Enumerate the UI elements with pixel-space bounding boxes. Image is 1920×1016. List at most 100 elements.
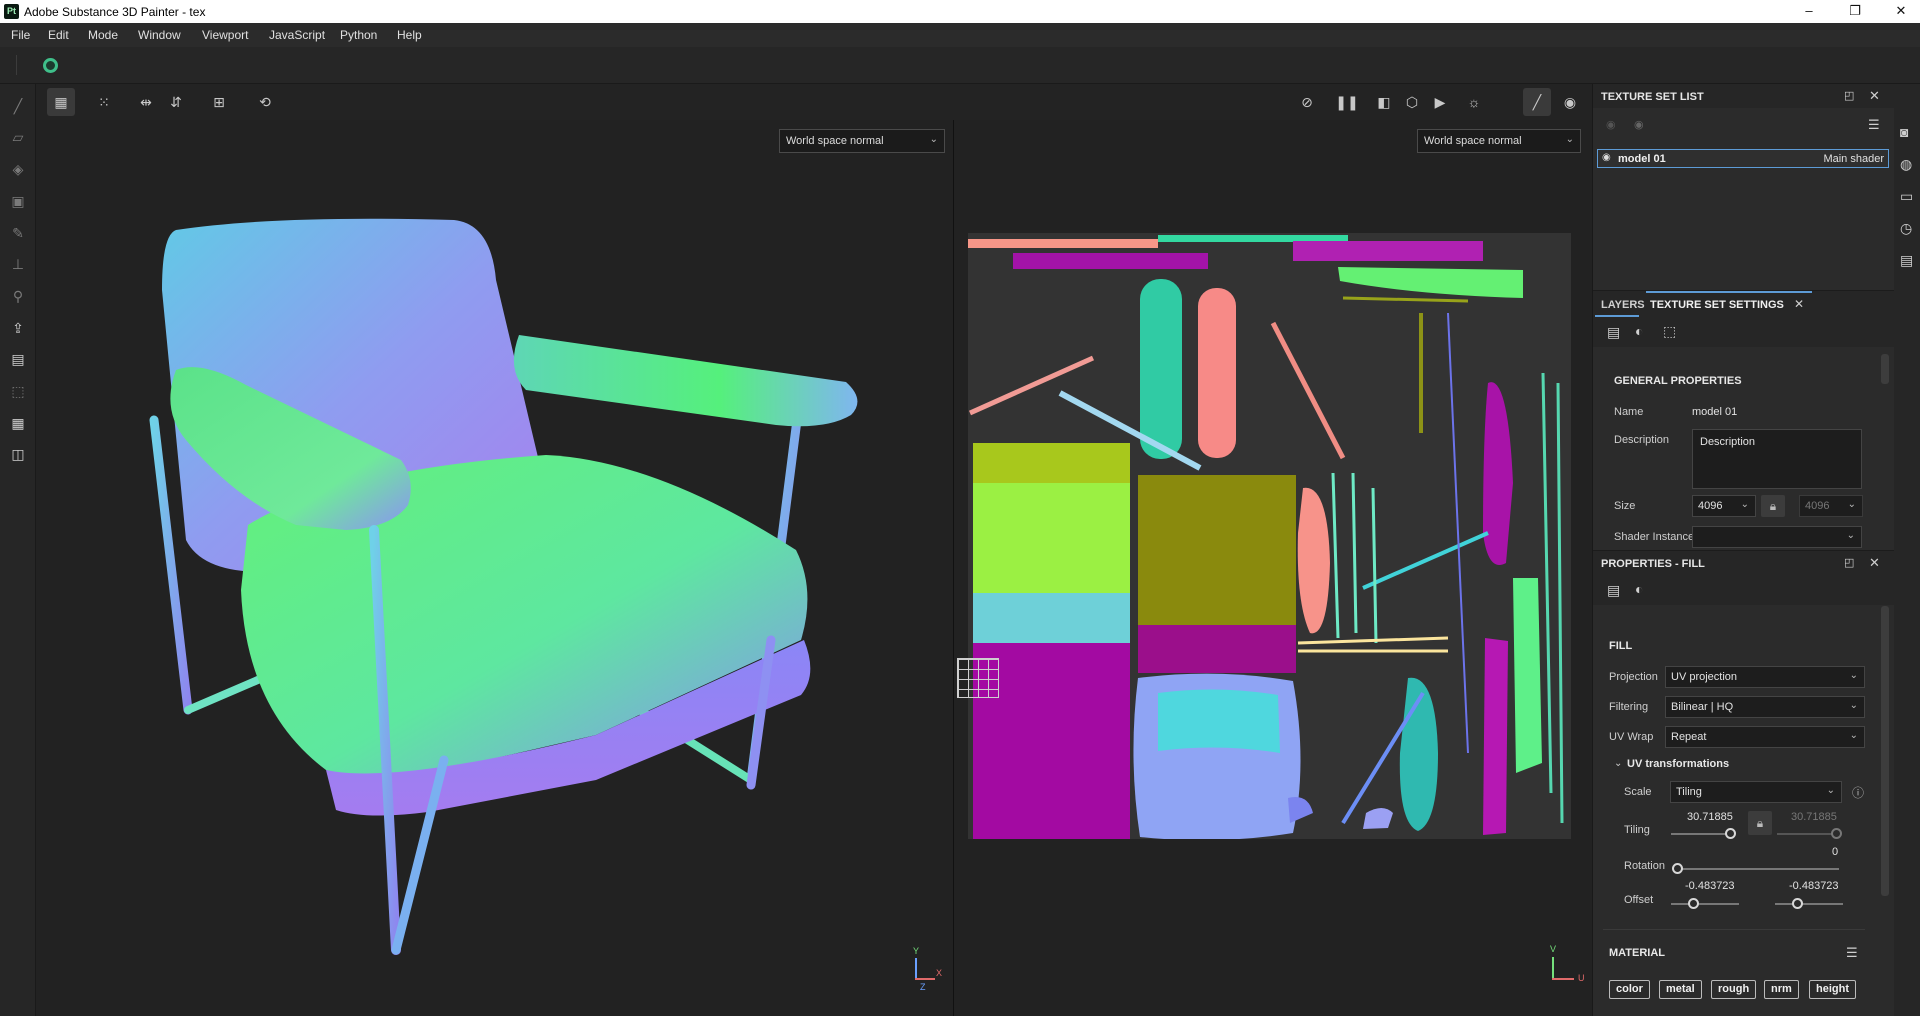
fill-material-icon[interactable]: ◐ [1635,581,1643,597]
channel-metal-button[interactable]: metal [1659,980,1702,999]
uvwrap-select[interactable]: Repeat ⌄ [1665,726,1865,748]
offset-u-value[interactable]: -0.483723 [1685,880,1735,892]
chair-model[interactable] [36,120,953,1016]
menu-python[interactable]: Python [340,28,377,42]
screenshot-icon[interactable]: ◉ [1556,88,1584,116]
add-frame-icon[interactable]: ⊞ [205,88,233,116]
stack-icon[interactable]: ◫ [6,442,30,466]
pause-icon[interactable]: ❚❚ [1333,88,1361,116]
filtering-select[interactable]: Bilinear | HQ ⌄ [1665,696,1865,718]
rotation-slider-knob[interactable] [1672,863,1683,874]
uv-settings-icon[interactable]: ⬚ [1663,323,1676,340]
offset-v-slider-track[interactable] [1775,903,1843,905]
tiling-slider-track[interactable] [1671,833,1731,835]
channel-color-button[interactable]: color [1609,980,1650,999]
texture-set-shader[interactable]: Main shader [1823,153,1884,165]
menu-window[interactable]: Window [138,28,181,42]
clone-stamp-icon[interactable]: ⊥ [6,252,30,276]
list-menu-icon[interactable]: ☰ [1868,117,1880,133]
cube-view-icon[interactable]: ⬡ [1398,88,1426,116]
rotation-value[interactable]: 0 [1832,846,1838,858]
size-select[interactable]: 4096 ⌄ [1692,495,1756,517]
description-field[interactable]: Description [1692,429,1862,489]
lock-icon[interactable]: 🔒︎ [1748,811,1772,835]
uv-transformations-title[interactable]: UV transformations [1627,758,1729,770]
shader-settings-icon[interactable]: ◐ [1635,323,1643,339]
offset-v-slider-knob[interactable] [1792,898,1803,909]
uv-map[interactable] [968,233,1571,839]
texture-set-item[interactable]: ◉ model 01 Main shader [1597,149,1889,168]
tiling-slider-knob[interactable] [1725,828,1736,839]
close-panel-icon[interactable]: ✕ [1869,555,1880,571]
name-value[interactable]: model 01 [1692,406,1737,418]
minimize-button[interactable]: – [1786,0,1832,23]
reset-icon[interactable]: ⟲ [251,88,279,116]
viewport-2d[interactable]: World space normal ⌄ V U [954,120,1592,1016]
info-icon[interactable]: ⓘ [1852,784,1864,801]
bake-icon[interactable]: ▤ [6,347,30,371]
close-panel-icon[interactable]: ✕ [1869,88,1880,104]
restore-button[interactable]: ❐ [1832,0,1878,23]
close-window-button[interactable]: ✕ [1878,0,1920,23]
show-icon[interactable]: ◉ [1634,118,1644,131]
hide-overlay-icon[interactable]: ⊘ [1293,88,1321,116]
camera-icon[interactable]: ▶ [1426,88,1454,116]
menu-help[interactable]: Help [397,28,422,42]
lighting-icon[interactable]: ☼ [1460,88,1488,116]
maximize-panel-icon[interactable]: ◰ [1844,556,1854,569]
maximize-panel-icon[interactable]: ◰ [1844,89,1854,102]
report-icon[interactable]: ▦ [6,411,30,435]
scrollbar-thumb[interactable] [1881,606,1889,896]
menu-file[interactable]: File [11,28,30,42]
hide-icon[interactable]: ◉ [1606,118,1616,131]
mirror-y-icon[interactable]: ⇵ [162,88,190,116]
viewport-3d[interactable]: World space normal ⌄ X Z Y [36,120,953,1016]
material-menu-icon[interactable]: ☰ [1846,945,1858,961]
scrollbar-thumb[interactable] [1881,354,1889,384]
history-icon[interactable]: ◷ [1900,220,1912,237]
projection-icon[interactable]: ◈ [6,157,30,181]
mirror-x-icon[interactable]: ⇹ [132,88,160,116]
polygon-fill-icon[interactable]: ▣ [6,189,30,213]
eraser-icon[interactable]: ▱ [6,125,30,149]
display-settings-icon[interactable]: ◙ [1900,124,1908,140]
channel-settings-icon[interactable]: ▤ [1607,324,1620,341]
split-view-icon[interactable]: ◧ [1370,88,1398,116]
paint-mode-icon[interactable]: ╱ [1523,88,1551,116]
environment-icon[interactable]: ◍ [1900,156,1912,173]
tab-layers[interactable]: LAYERS [1601,299,1645,311]
offset-v-value[interactable]: -0.483723 [1789,880,1839,892]
geometry-mask-icon[interactable]: ⬚ [6,379,30,403]
menu-mode[interactable]: Mode [88,28,118,42]
grid-dots-icon[interactable]: ⁙ [90,88,118,116]
offset-u-slider-knob[interactable] [1688,898,1699,909]
menu-viewport[interactable]: Viewport [202,28,248,42]
menu-edit[interactable]: Edit [48,28,69,42]
export-icon[interactable]: ⇪ [6,316,30,340]
offset-u-slider-track[interactable] [1671,903,1739,905]
log-icon[interactable]: ▤ [1900,252,1913,269]
shader-instance-select[interactable]: ⌄ [1692,526,1862,548]
shelf-icon[interactable]: ▭ [1900,188,1913,205]
lock-icon[interactable]: 🔒︎ [1761,495,1785,517]
channel-height-button[interactable]: height [1809,980,1856,999]
visibility-eye-icon[interactable]: ◉ [1602,152,1611,163]
collapse-chevron-icon[interactable]: ⌄ [1614,758,1622,769]
color-picker-icon[interactable]: ⚲ [6,284,30,308]
projection-select[interactable]: UV projection ⌄ [1665,666,1865,688]
paint-brush-icon[interactable]: ╱ [6,94,30,118]
fill-settings-icon[interactable]: ▤ [1607,582,1620,599]
close-tab-icon[interactable]: ✕ [1794,297,1804,311]
sync-status-icon[interactable] [43,58,58,73]
channel-select-2d[interactable]: World space normal ⌄ [1417,129,1581,153]
scale-select[interactable]: Tiling ⌄ [1670,781,1842,803]
tab-texture-set-settings[interactable]: TEXTURE SET SETTINGS [1650,299,1784,311]
rotation-slider-track[interactable] [1677,868,1839,870]
channel-nrm-button[interactable]: nrm [1764,980,1799,999]
channel-rough-button[interactable]: rough [1711,980,1757,999]
grid-snap-icon[interactable]: ▦ [47,88,75,116]
tiling-value[interactable]: 30.71885 [1687,811,1733,823]
uv-grid-gizmo[interactable] [957,658,999,698]
menu-javascript[interactable]: JavaScript [269,28,325,42]
smudge-icon[interactable]: ✎ [6,221,30,245]
